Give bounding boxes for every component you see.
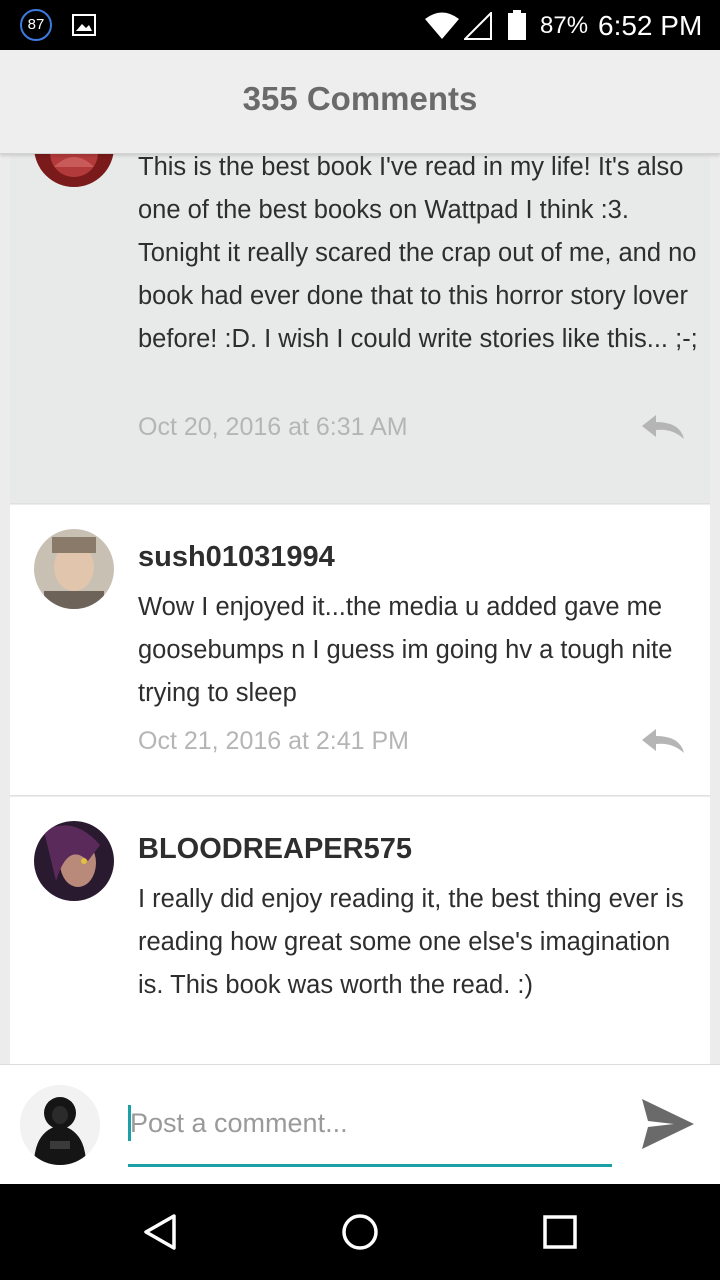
avatar[interactable] [34, 529, 114, 609]
wifi-icon [425, 12, 459, 39]
reply-icon[interactable] [640, 413, 686, 441]
app-header: 355 Comments [0, 50, 720, 154]
comment-item[interactable]: sush01031994 Wow I enjoyed it...the medi… [10, 505, 710, 796]
comment-item[interactable]: This is the best book I've read in my li… [10, 154, 710, 504]
system-nav-bar [0, 1184, 720, 1280]
comment-text: Wow I enjoyed it...the media u added gav… [138, 593, 673, 707]
page-title: 355 Comments [242, 80, 478, 117]
recents-icon[interactable] [540, 1212, 580, 1252]
send-icon[interactable] [640, 1097, 696, 1151]
comment-text: I really did enjoy reading it, the best … [138, 885, 684, 999]
home-icon[interactable] [340, 1212, 380, 1252]
battery-icon [508, 10, 526, 40]
avatar[interactable] [34, 821, 114, 901]
text-cursor [128, 1105, 131, 1141]
comment-text: This is the best book I've read in my li… [138, 154, 698, 353]
comment-composer [0, 1064, 720, 1184]
comment-input-wrapper [128, 1099, 612, 1167]
avatar[interactable] [34, 154, 114, 187]
comment-input[interactable] [128, 1099, 612, 1147]
signal-icon [464, 12, 492, 40]
comment-username[interactable]: sush01031994 [138, 541, 335, 574]
back-icon[interactable] [140, 1212, 180, 1252]
comment-item[interactable]: BLOODREAPER575 I really did enjoy readin… [10, 797, 710, 1064]
clock: 6:52 PM [598, 10, 703, 41]
comment-username[interactable]: BLOODREAPER575 [138, 833, 412, 866]
image-icon [72, 14, 96, 36]
comment-date: Oct 21, 2016 at 2:41 PM [138, 727, 409, 755]
notification-badge: 87 [20, 9, 52, 41]
status-bar: 87 87% 6:52 PM [0, 0, 720, 50]
comment-date: Oct 20, 2016 at 6:31 AM [138, 413, 408, 441]
comments-list[interactable]: This is the best book I've read in my li… [10, 154, 710, 1064]
reply-icon[interactable] [640, 727, 686, 755]
current-user-avatar [20, 1085, 100, 1165]
battery-percent: 87% [540, 12, 589, 39]
